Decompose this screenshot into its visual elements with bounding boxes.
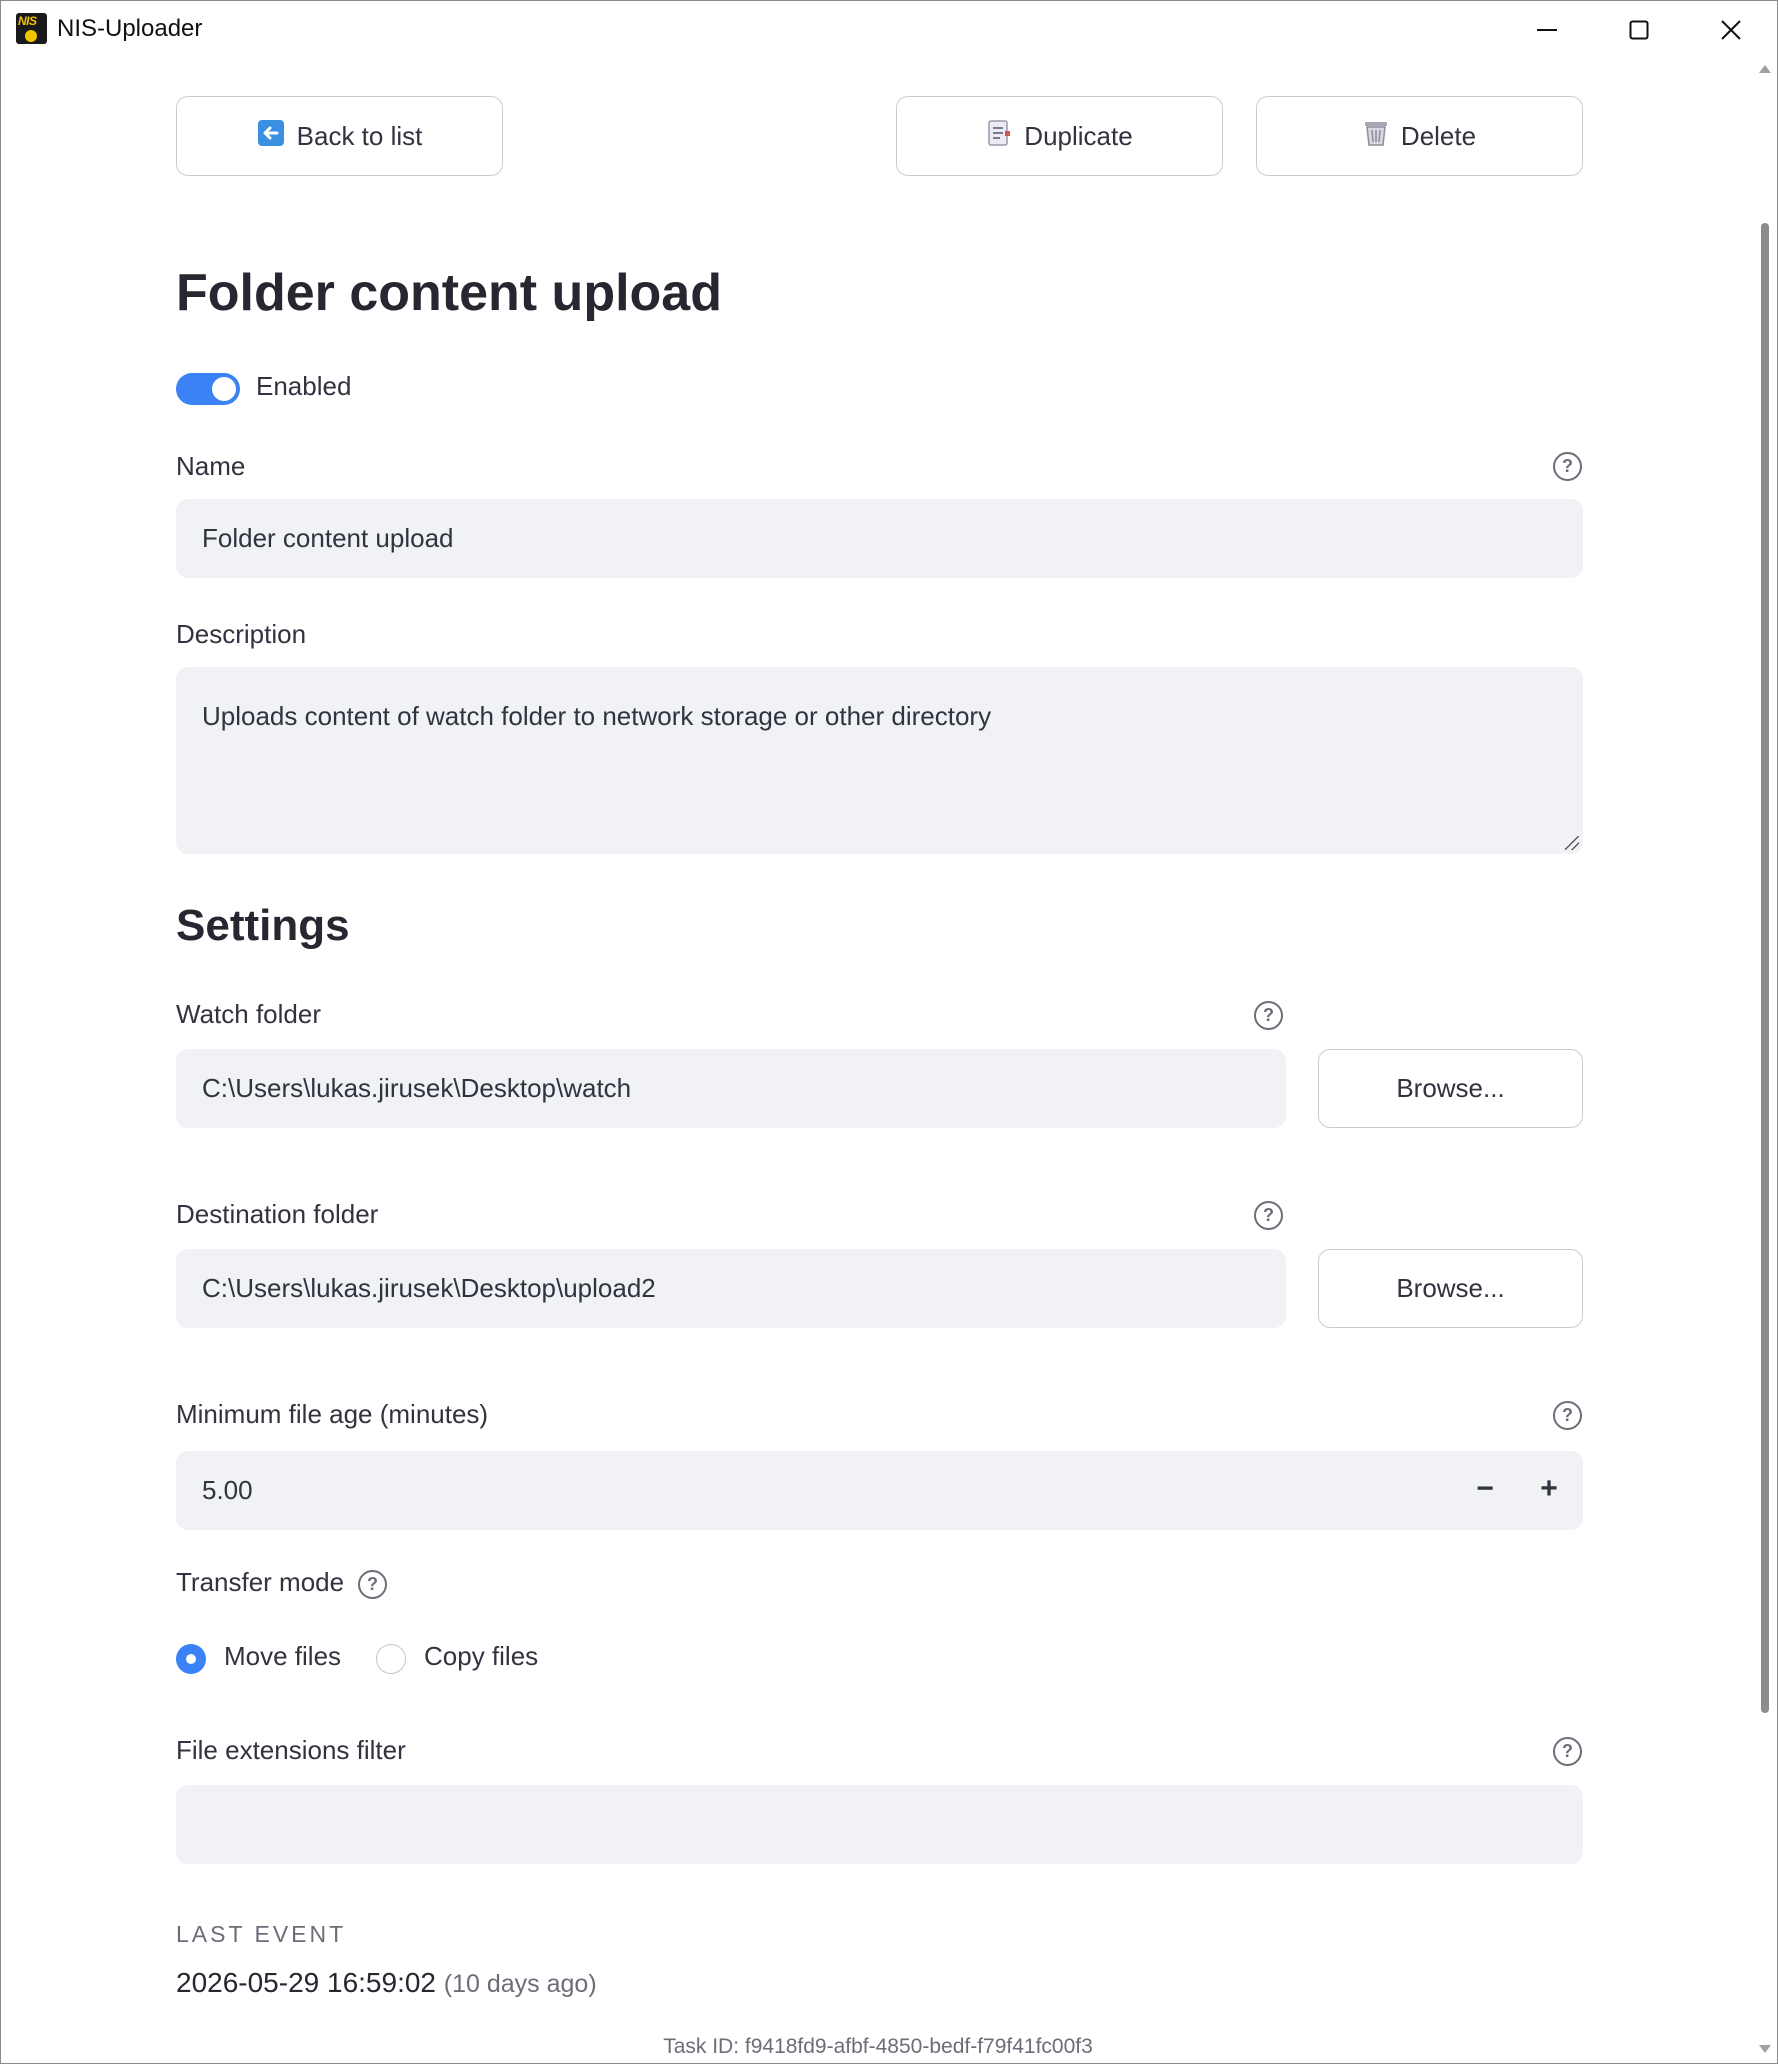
scroll-up-icon[interactable] <box>1759 65 1771 73</box>
destination-folder-browse-label: Browse... <box>1396 1273 1505 1303</box>
last-event-timestamp: 2026-05-29 16:59:02 <box>176 1967 436 1998</box>
move-files-radio[interactable] <box>176 1644 206 1674</box>
watch-folder-input[interactable]: C:\Users\lukas.jirusek\Desktop\watch <box>176 1049 1286 1128</box>
name-input-value: Folder content upload <box>202 523 454 553</box>
file-extensions-filter-help-icon[interactable]: ? <box>1553 1737 1582 1766</box>
name-help-icon[interactable]: ? <box>1553 452 1582 481</box>
description-label: Description <box>176 619 307 649</box>
watch-folder-browse-button[interactable]: Browse... <box>1318 1049 1583 1128</box>
duplicate-document-icon <box>986 119 1012 154</box>
decrement-button[interactable]: − <box>1453 1451 1517 1527</box>
app-logo-icon: NIS <box>16 13 47 44</box>
title-bar: NIS NIS-Uploader <box>1 1 1777 59</box>
watch-folder-help-icon[interactable]: ? <box>1254 1001 1283 1030</box>
duplicate-label: Duplicate <box>1024 120 1133 151</box>
transfer-mode-label: Transfer mode <box>176 1567 345 1597</box>
increment-button[interactable]: + <box>1517 1451 1581 1527</box>
last-event-label: LAST EVENT <box>176 1921 347 1947</box>
close-icon <box>1721 20 1741 40</box>
destination-folder-input[interactable]: C:\Users\lukas.jirusek\Desktop\upload2 <box>176 1249 1286 1328</box>
vertical-scrollbar[interactable] <box>1755 59 1775 2063</box>
upload-dot-icon <box>25 30 37 42</box>
settings-heading: Settings <box>176 901 350 950</box>
last-event-value: 2026-05-29 16:59:02 (10 days ago) <box>176 1967 597 1999</box>
task-id: Task ID: f9418fd9-afbf-4850-bedf-f79f41f… <box>663 2035 1093 2058</box>
copy-files-radio[interactable] <box>376 1644 406 1674</box>
watch-folder-label: Watch folder <box>176 999 321 1029</box>
name-label: Name <box>176 451 246 481</box>
file-extensions-filter-label: File extensions filter <box>176 1735 406 1765</box>
file-extensions-filter-input[interactable] <box>176 1785 1583 1864</box>
min-file-age-help-icon[interactable]: ? <box>1553 1401 1582 1430</box>
back-to-list-button[interactable]: Back to list <box>176 96 503 176</box>
enabled-toggle[interactable] <box>176 373 240 405</box>
copy-files-label[interactable]: Copy files <box>424 1641 538 1672</box>
destination-folder-label: Destination folder <box>176 1199 379 1229</box>
name-input[interactable]: Folder content upload <box>176 499 1583 578</box>
description-textarea[interactable]: Uploads content of watch folder to netwo… <box>176 667 1583 854</box>
destination-folder-browse-button[interactable]: Browse... <box>1318 1249 1583 1328</box>
destination-folder-help-icon[interactable]: ? <box>1254 1201 1283 1230</box>
scroll-thumb[interactable] <box>1761 223 1769 1713</box>
back-to-list-label: Back to list <box>296 120 423 151</box>
minimize-icon <box>1537 29 1557 31</box>
watch-folder-value: C:\Users\lukas.jirusek\Desktop\watch <box>202 1073 632 1103</box>
min-file-age-label: Minimum file age (minutes) <box>176 1399 489 1429</box>
transfer-mode-help-icon[interactable]: ? <box>358 1570 387 1599</box>
back-arrow-icon <box>257 119 285 154</box>
min-file-age-value: 5.00 <box>202 1475 253 1505</box>
toggle-knob <box>212 377 236 401</box>
delete-button[interactable]: Delete <box>1256 96 1583 176</box>
page-title: Folder content upload <box>176 264 722 322</box>
last-event-relative: (10 days ago) <box>443 1970 597 1998</box>
min-file-age-input[interactable]: 5.00 <box>176 1451 1583 1530</box>
app-window: NIS NIS-Uploader Back to list Duplicate <box>0 0 1778 2064</box>
app-logo-text: NIS <box>18 14 37 28</box>
destination-folder-value: C:\Users\lukas.jirusek\Desktop\upload2 <box>202 1273 656 1303</box>
scroll-down-icon[interactable] <box>1759 2045 1771 2053</box>
delete-label: Delete <box>1400 120 1477 151</box>
maximize-button[interactable] <box>1593 1 1685 59</box>
trash-icon <box>1363 119 1389 154</box>
window-title: NIS-Uploader <box>57 15 203 42</box>
description-value: Uploads content of watch folder to netwo… <box>202 701 992 731</box>
close-button[interactable] <box>1685 1 1777 59</box>
duplicate-button[interactable]: Duplicate <box>896 96 1223 176</box>
enabled-label: Enabled <box>256 371 352 401</box>
minimize-button[interactable] <box>1501 1 1593 59</box>
resize-handle-icon[interactable] <box>1565 836 1579 850</box>
move-files-label[interactable]: Move files <box>224 1641 341 1672</box>
maximize-icon <box>1629 20 1649 40</box>
watch-folder-browse-label: Browse... <box>1396 1073 1505 1103</box>
